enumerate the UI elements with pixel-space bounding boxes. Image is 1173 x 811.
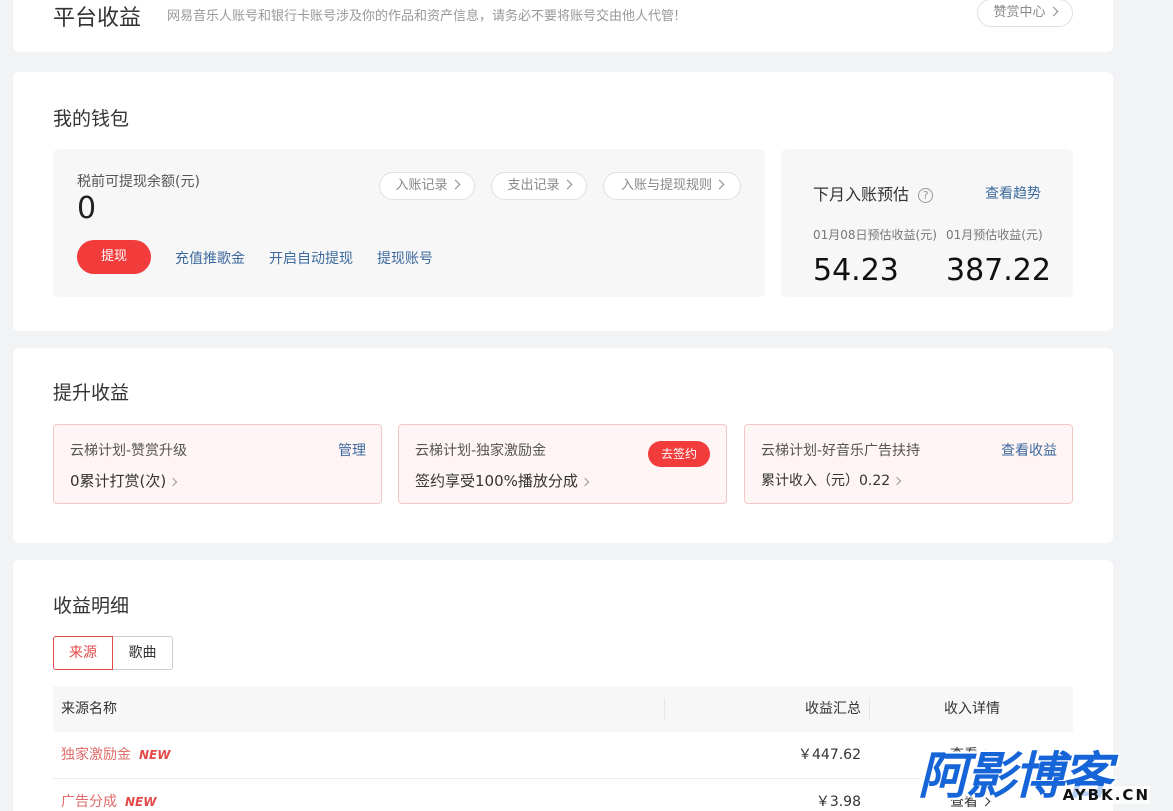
help-icon[interactable]: ? [918, 188, 934, 203]
security-notice: 网易音乐人账号和银行卡账号涉及你的作品和资产信息，请务必不要将账号交由他人代管! [167, 9, 680, 24]
watermark-sub: AYBK.CN [1062, 786, 1150, 804]
chevron-right-icon [892, 476, 902, 486]
day-forecast-value: 54.23 [813, 253, 899, 288]
boost-title: 提升收益 [53, 382, 130, 404]
auto-withdraw-link[interactable]: 开启自动提现 [269, 248, 353, 268]
chevron-right-icon [562, 179, 572, 190]
plan-ad-support[interactable]: 云梯计划-好音乐广告扶持 查看收益 累计收入（元）0.22 [744, 424, 1073, 504]
plan-value-text: 签约享受100%播放分成 [415, 472, 578, 490]
plan-value[interactable]: 0累计打赏(次) [70, 470, 178, 491]
forecast-panel: 下月入账预估 ? 查看趋势 01月08日预估收益(元) 01月预估收益(元) 5… [781, 149, 1073, 297]
source-name[interactable]: 独家激励金 NEW [61, 732, 170, 779]
plan-title: 云梯计划-好音乐广告扶持 [761, 443, 921, 459]
withdraw-account-link[interactable]: 提现账号 [377, 248, 433, 268]
detail-tabs: 来源 歌曲 [53, 636, 173, 670]
manage-link[interactable]: 管理 [338, 440, 366, 460]
sign-up-button[interactable]: 去签约 [648, 441, 710, 467]
chevron-right-icon [450, 179, 460, 190]
earnings-total: ￥3.98 [815, 794, 861, 810]
rules-button[interactable]: 入账与提现规则 [603, 172, 741, 200]
plan-value-text: 累计收入（元）0.22 [761, 473, 891, 489]
plan-value[interactable]: 累计收入（元）0.22 [761, 470, 902, 490]
income-records-button[interactable]: 入账记录 [379, 172, 475, 200]
new-badge: NEW [139, 748, 171, 762]
chevron-right-icon [169, 477, 178, 487]
plan-exclusive-incentive[interactable]: 云梯计划-独家激励金 去签约 签约享受100%播放分成 [398, 424, 727, 504]
plan-reward-upgrade[interactable]: 云梯计划-赞赏升级 管理 0累计打赏(次) [53, 424, 382, 504]
column-divider [664, 698, 665, 720]
view-earnings-link[interactable]: 查看收益 [1001, 440, 1057, 460]
plan-title: 云梯计划-赞赏升级 [70, 443, 188, 459]
column-detail: 收入详情 [944, 701, 1000, 717]
source-name[interactable]: 广告分成 NEW [61, 779, 156, 811]
chevron-right-icon [1048, 6, 1058, 17]
forecast-title: 下月入账预估 ? [813, 181, 934, 205]
balance-value: 0 [77, 191, 97, 226]
rules-label: 入账与提现规则 [620, 178, 712, 193]
plan-value[interactable]: 签约享受100%播放分成 [415, 470, 590, 491]
detail-title: 收益明细 [53, 595, 130, 617]
forecast-title-text: 下月入账预估 [813, 185, 910, 204]
watermark-logo: 阿影博客 AYBK.CN [918, 742, 1156, 808]
income-records-label: 入账记录 [395, 178, 448, 193]
view-trend-link[interactable]: 查看趋势 [985, 183, 1041, 203]
recharge-push-link[interactable]: 充值推歌金 [175, 248, 245, 268]
expense-records-button[interactable]: 支出记录 [491, 172, 587, 200]
wallet-card: 我的钱包 税前可提现余额(元) 0 入账记录 支出记录 入账与提现规则 提现 充… [13, 72, 1113, 331]
month-forecast-value: 387.22 [946, 253, 1051, 288]
balance-label: 税前可提现余额(元) [77, 174, 200, 190]
earnings-total: ￥447.62 [798, 747, 861, 763]
column-divider [869, 698, 870, 720]
withdraw-button[interactable]: 提现 [77, 240, 151, 274]
month-forecast-label: 01月预估收益(元) [946, 228, 1043, 242]
boost-card: 提升收益 云梯计划-赞赏升级 管理 0累计打赏(次) 云梯计划-独家激励金 去签… [13, 348, 1113, 543]
wallet-title: 我的钱包 [53, 108, 130, 130]
column-total: 收益汇总 [805, 701, 861, 717]
tab-source[interactable]: 来源 [53, 636, 113, 670]
plan-title: 云梯计划-独家激励金 [415, 443, 547, 459]
tab-song[interactable]: 歌曲 [113, 636, 173, 670]
day-forecast-label: 01月08日预估收益(元) [813, 228, 937, 242]
source-name-text: 独家激励金 [61, 747, 131, 763]
header-card: 平台收益 网易音乐人账号和银行卡账号涉及你的作品和资产信息，请务必不要将账号交由… [13, 0, 1113, 52]
column-source-name: 来源名称 [61, 701, 117, 717]
page-title: 平台收益 [53, 6, 142, 31]
new-badge: NEW [125, 795, 157, 809]
chevron-right-icon [580, 477, 590, 487]
plan-value-text: 0累计打赏(次) [70, 472, 167, 490]
reward-center-button[interactable]: 赞赏中心 [977, 0, 1073, 27]
table-header: 来源名称 收益汇总 收入详情 [53, 686, 1073, 732]
expense-records-label: 支出记录 [507, 178, 560, 193]
balance-panel: 税前可提现余额(元) 0 入账记录 支出记录 入账与提现规则 提现 充值推歌金 … [53, 149, 765, 297]
reward-center-label: 赞赏中心 [993, 5, 1046, 20]
source-name-text: 广告分成 [61, 794, 117, 810]
chevron-right-icon [714, 179, 725, 190]
